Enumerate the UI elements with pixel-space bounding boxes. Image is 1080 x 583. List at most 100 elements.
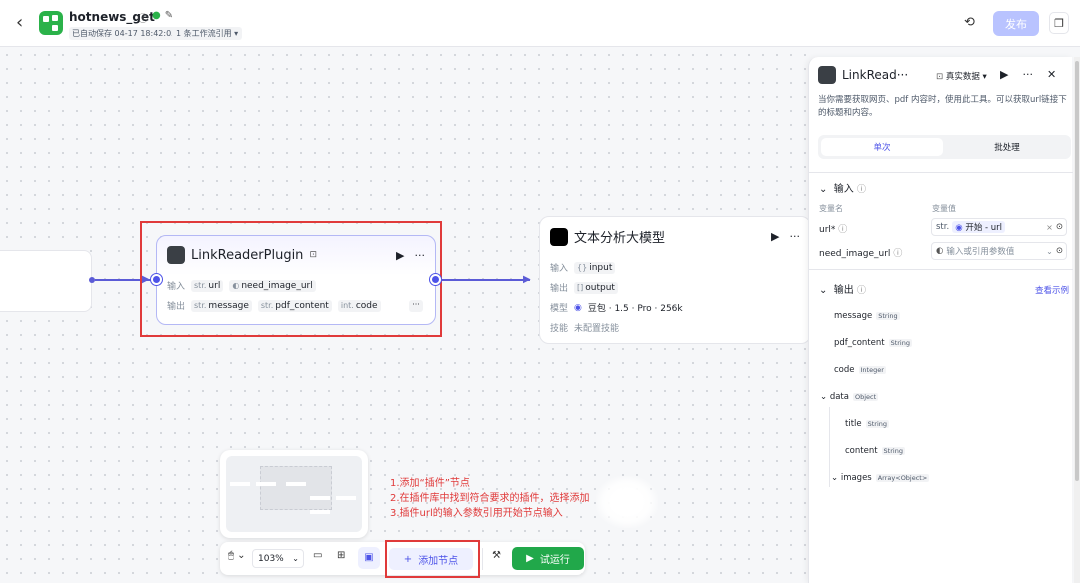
llm-model-row: 模型 ◉ 豆包 · 1.5 · Pro · 256k [550,301,683,315]
output-tag-pdf-content: str. pdf_content [257,299,332,312]
info-icon: ⓘ [856,185,866,195]
output-tag-message: str. message [191,299,252,312]
data-mode-label: 真实数据 [945,72,980,82]
input-section-header[interactable]: ⌄ 输入 ⓘ [819,180,866,195]
panel-scrollbar[interactable] [1074,57,1080,583]
type-label: str. [194,300,207,310]
test-run-label: 试运行 [539,555,570,566]
plugin-node[interactable]: LinkReaderPlugin ⊡ ▶ ··· 输入 str. url ◐ nee… [156,235,436,325]
tab-batch[interactable]: 批处理 [946,138,1068,156]
edit-icon[interactable]: ✎ [165,10,173,25]
wrench-icon[interactable]: ⚒ [492,550,501,561]
workflow-refs-dropdown[interactable]: 1 条工作流引用 ▾ [172,27,243,40]
start-node[interactable] [0,250,92,312]
info-icon: ⓘ [838,225,848,235]
llm-node[interactable]: 文本分析大模型 ▶ ··· 输入 {} input 输出 [] output 模型 … [539,216,811,344]
edge-plugin-to-llm [442,279,530,281]
test-data-icon: ⊡ [936,72,944,82]
output-field: pdf_content String [834,338,912,348]
annotation-line: 3.插件url的输入参数引用开始节点输入 [390,508,563,519]
output-section-header[interactable]: ⌄ 输出 ⓘ [819,281,866,296]
field-name: message [834,311,873,321]
plugin-input-port[interactable] [151,274,162,285]
toggle-icon[interactable]: ◐ [936,246,943,256]
play-icon: ▶ [526,553,534,564]
divider [809,172,1073,173]
node-config-panel: LinkRead··· ⊡ 真实数据 ▾ ▶ ··· ✕ 当你需要获取网页、pd… [808,57,1073,583]
minimap-view-rect [260,466,332,510]
minimap-node [256,482,276,486]
view-example-link[interactable]: 查看示例 [1035,284,1069,296]
annotation-notes: 1.添加“插件”节点 2.在插件库中找到符合要求的插件，选择添加 3.插件url… [390,476,590,521]
plugin-badge-icon: ⊡ [309,250,317,260]
more-icon[interactable]: ··· [1022,68,1033,81]
highlight-box-add-node [385,540,480,578]
publish-button[interactable]: 发布 [993,11,1039,36]
minimap-node [336,496,356,500]
output-row-label: 输出 [167,302,186,312]
outputs-more-button[interactable]: ··· [409,300,423,312]
field-type: String [888,339,912,347]
field-type: String [876,312,900,320]
minimap[interactable] [220,450,368,538]
minimap-node [310,496,330,500]
check-icon: ● [152,10,161,21]
llm-output-tag: [] output [574,281,618,294]
type-label: str. [936,222,950,232]
field-name: title [845,419,862,429]
comment-icon[interactable]: ▭ [313,550,322,561]
input-row-label: 输入 [167,282,186,292]
param-name: output [585,282,615,293]
url-value-field[interactable]: str. ◉ 开始 - url × ⊙ [931,218,1067,236]
param-label: url* [819,225,836,235]
run-icon[interactable]: ▶ [1000,68,1008,81]
section-title: 输入 [833,184,854,195]
col-name-header: 变量名 [819,204,843,213]
annotation-line: 2.在插件库中找到符合要求的插件，选择添加 [390,493,590,504]
back-icon[interactable]: ‹ [16,12,34,34]
layout-icon[interactable]: ⊞ [337,550,345,561]
close-icon[interactable]: ✕ [1047,68,1056,81]
skill-value: 未配置技能 [574,324,620,334]
need-image-value-field[interactable]: ◐ 输入或引用参数值 ⌄ ⊙ [931,242,1067,260]
output-field-images[interactable]: ⌄ images Array<Object> [831,473,930,483]
mode-tabs: 单次 批处理 [818,135,1071,159]
output-field: title String [845,419,890,429]
copy-icon[interactable]: ❐ [1049,12,1069,34]
minimap-viewport [226,456,362,532]
llm-skill-row: 技能 未配置技能 [550,321,619,334]
llm-node-title: 文本分析大模型 [574,231,666,246]
plugin-description: 当你需要获取网页、pdf 内容时，使用此工具。可以获取url链接下的标题和内容。 [818,95,1067,118]
row-label: 输出 [550,284,569,294]
node-more-icon[interactable]: ··· [415,249,426,262]
field-name: pdf_content [834,338,885,348]
history-icon[interactable]: ⟲ [964,15,975,30]
field-name: content [845,446,878,456]
plugin-output-port[interactable] [430,274,441,285]
col-value-header: 变量值 [932,204,956,213]
chevron-down-icon[interactable]: ⌄ [1046,247,1053,256]
doubao-icon: ◉ [574,302,582,313]
reference-icon[interactable]: ⊙ [1056,222,1066,232]
workflow-logo-icon [39,11,63,35]
highlight-glow [596,476,658,528]
run-node-icon[interactable]: ▶ [771,230,779,243]
param-name: need_image_url [241,280,313,291]
field-type: Object [852,393,879,401]
clear-icon[interactable]: × [1046,223,1053,232]
output-field-data[interactable]: ⌄ data Object [820,392,879,402]
node-more-icon[interactable]: ··· [790,230,801,243]
data-mode-dropdown[interactable]: ⊡ 真实数据 ▾ [936,70,987,82]
info-icon[interactable]: ⓘ [138,10,148,25]
test-run-button[interactable]: ▶ 试运行 [512,547,584,570]
mouse-mode-icon[interactable]: 🖱 ⌄ [228,550,246,561]
zoom-select[interactable]: 103% ⌄ [252,549,304,568]
llm-node-actions: ▶ ··· [771,230,800,243]
reference-icon[interactable]: ⊙ [1056,246,1066,256]
tab-single[interactable]: 单次 [821,138,943,156]
run-node-icon[interactable]: ▶ [396,249,404,262]
chevron-down-icon: ⌄ [831,473,839,483]
minimap-toggle-icon[interactable]: ▣ [358,547,380,569]
divider [482,548,483,570]
type-label: str. [194,280,207,290]
